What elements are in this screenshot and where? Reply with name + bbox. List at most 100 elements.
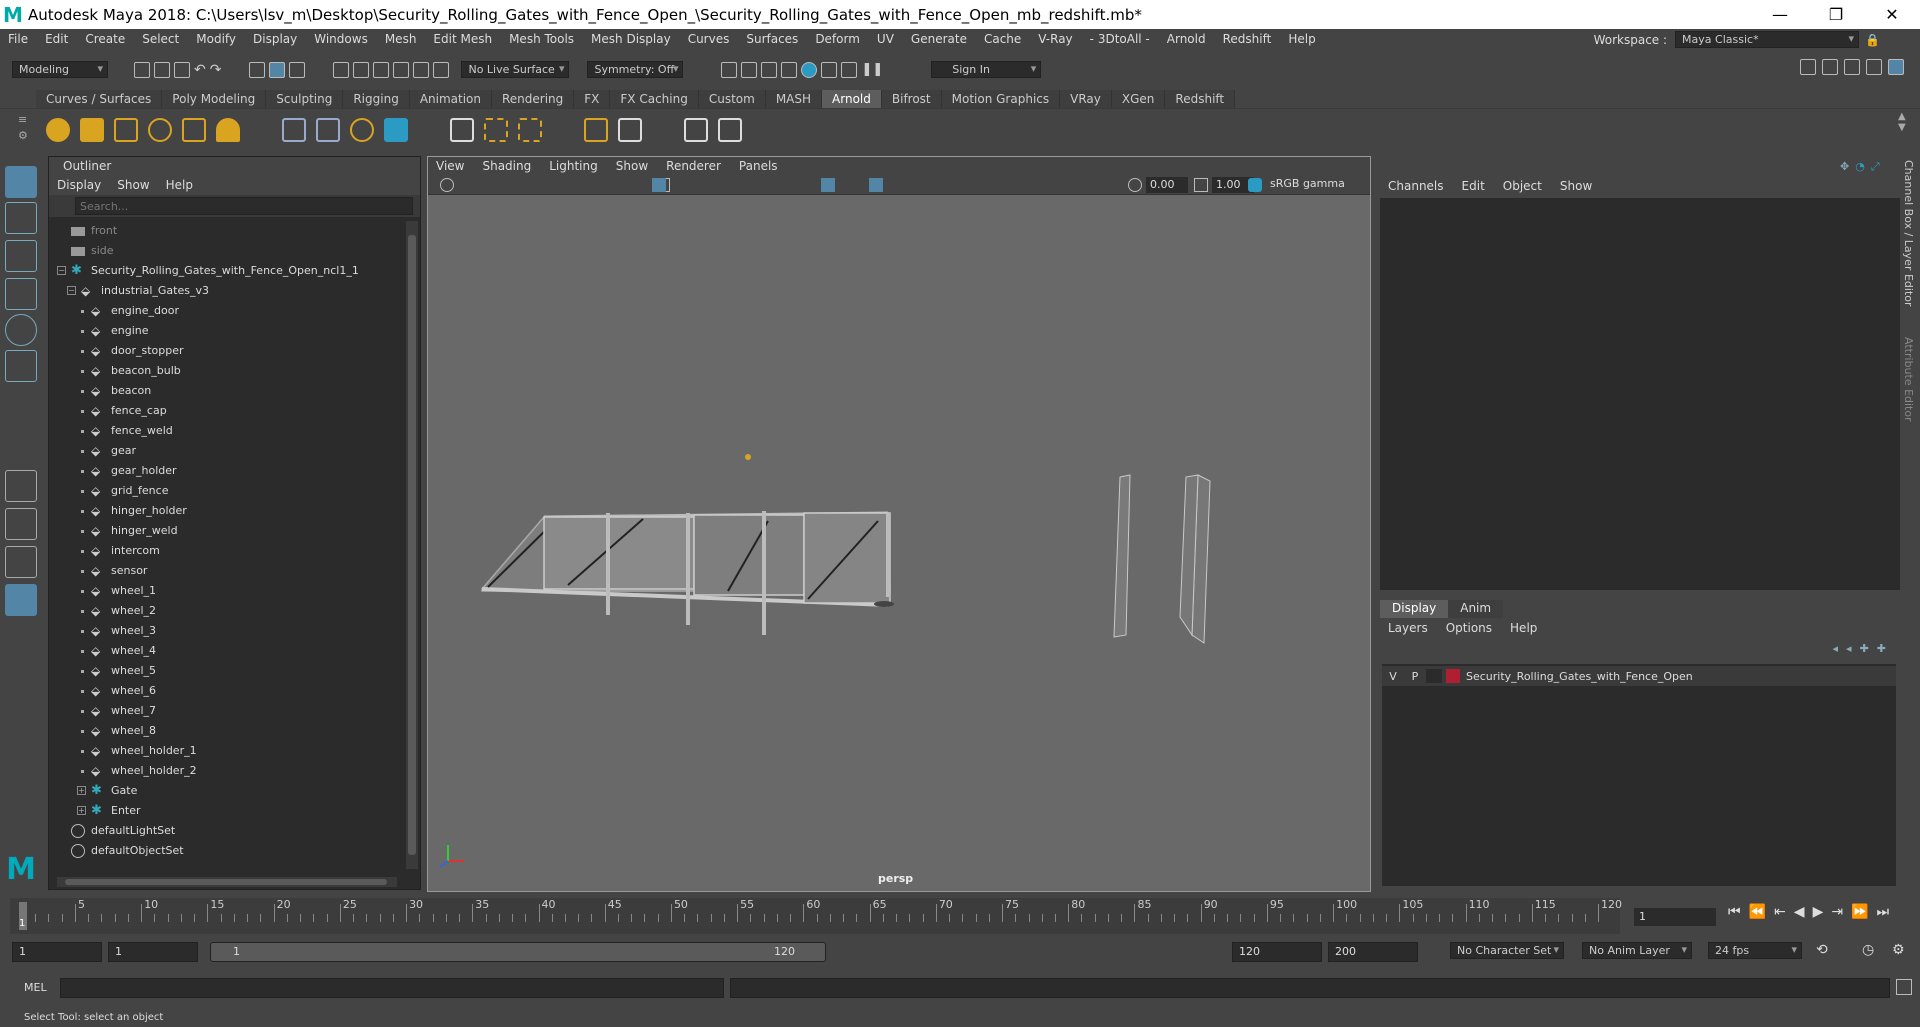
render-frame-icon[interactable] [721,61,738,78]
shelf-tab-mash[interactable]: MASH [765,90,823,108]
ai-light-flush-icon[interactable] [518,118,542,142]
snap-view-plane-icon[interactable] [413,61,430,78]
gamma-icon[interactable] [1194,178,1208,192]
viewport-scene[interactable] [428,195,1370,875]
sign-in-button[interactable]: Sign In [931,61,1042,78]
outliner-item[interactable]: ⬙ intercom [49,541,405,561]
outliner-item[interactable]: defaultObjectSet [49,841,405,861]
ai-shading-icon[interactable] [584,118,608,142]
layer-row[interactable]: V P Security_Rolling_Gates_with_Fence_Op… [1382,666,1896,686]
layout-outliner-icon[interactable] [5,584,37,616]
shelf-settings-icon[interactable]: ⚙ [18,129,28,142]
channel-box-menu-object[interactable]: Object [1495,179,1552,193]
menu-surfaces[interactable]: Surfaces [738,32,807,46]
mel-label[interactable]: MEL [24,981,47,994]
character-set-dropdown[interactable]: No Character Set [1450,942,1564,959]
step-forward-frame-icon[interactable]: ⇥ [1831,904,1843,920]
shelf-tab-redshift[interactable]: Redshift [1165,90,1236,108]
render-view-icon[interactable] [801,61,818,78]
open-scene-icon[interactable] [154,61,170,78]
outliner-item[interactable]: side [49,241,405,261]
outliner-item[interactable]: ⬙ wheel_1 [49,581,405,601]
outliner-vscroll-thumb[interactable] [408,235,416,855]
layer-playback-toggle[interactable]: P [1404,670,1426,683]
outliner-item[interactable]: ⬙ wheel_6 [49,681,405,701]
shelf-tab-sculpting[interactable]: Sculpting [266,90,344,108]
menu-arnold[interactable]: Arnold [1159,32,1215,46]
shelf-tab-fx[interactable]: FX [574,90,611,108]
manipulator-icon[interactable]: ✥ [1840,160,1849,174]
menu-uv[interactable]: UV [869,32,903,46]
minimize-button[interactable]: — [1752,0,1808,29]
scale-tool-icon[interactable] [5,350,37,382]
tool-settings-toggle-icon[interactable] [1844,59,1860,75]
outliner-item[interactable]: ⬙ wheel_8 [49,721,405,741]
exposure-icon[interactable] [1128,178,1142,192]
menu-mesh-display[interactable]: Mesh Display [583,32,680,46]
outliner-item[interactable]: ⬙ wheel_7 [49,701,405,721]
channel-box-menu-show[interactable]: Show [1552,179,1602,193]
ai-curve-collector-icon[interactable] [384,118,408,142]
menu-v-ray[interactable]: V-Ray [1030,32,1081,46]
outliner-item[interactable]: ⬙ beacon [49,381,405,401]
viewport-menu-renderer[interactable]: Renderer [658,159,731,173]
move-layer-down-icon[interactable]: ◂ [1846,642,1852,655]
tab-display[interactable]: Display [1380,600,1449,618]
shelf-tab-fx-caching[interactable]: FX Caching [610,90,699,108]
ai-skydome-light-icon[interactable] [46,118,70,142]
shelf-tab-animation[interactable]: Animation [409,90,492,108]
workspace-dropdown[interactable]: Maya Classic* [1675,31,1860,48]
outliner-item[interactable]: − ✱ Security_Rolling_Gates_with_Fence_Open… [49,261,405,281]
ai-mesh-light-icon[interactable] [114,118,138,142]
render-ipr-icon[interactable] [741,61,758,78]
playback-start-field[interactable]: 1 [108,942,198,962]
hypershade-icon[interactable] [781,61,798,78]
script-editor-icon[interactable] [1896,979,1912,995]
move-tool-icon[interactable] [5,278,37,310]
outliner-item[interactable]: defaultLightSet [49,821,405,841]
live-surface-field[interactable]: No Live Surface [461,61,570,78]
layer-color-swatch[interactable] [1446,669,1460,683]
channel-box-menu-edit[interactable]: Edit [1454,179,1495,193]
shelf-tab-curves-surfaces[interactable]: Curves / Surfaces [36,90,163,108]
outliner-item[interactable]: ⬙ hinger_weld [49,521,405,541]
outliner-item[interactable]: ⬙ wheel_5 [49,661,405,681]
layer-menu-options[interactable]: Options [1438,621,1502,635]
layout-two-icon[interactable] [5,546,37,578]
shelf-menu-icon[interactable]: ≡ [18,113,27,126]
channel-box-menu-channels[interactable]: Channels [1380,179,1454,193]
menu-create[interactable]: Create [77,32,134,46]
go-to-start-icon[interactable]: ⏮ [1728,904,1741,920]
outliner-item[interactable]: ⬙ fence_cap [49,401,405,421]
collapse-icon[interactable]: − [67,286,76,295]
outliner-item[interactable]: + ✱ Gate [49,781,405,801]
menu-mesh-tools[interactable]: Mesh Tools [501,32,583,46]
menu-mesh[interactable]: Mesh [377,32,426,46]
menu-edit-mesh[interactable]: Edit Mesh [425,32,501,46]
layout-four-icon[interactable] [5,508,37,540]
ai-render-flush-icon[interactable] [450,118,474,142]
shelf-tab-rendering[interactable]: Rendering [492,90,575,108]
ai-standin-export-icon[interactable] [316,118,340,142]
menu-cache[interactable]: Cache [976,32,1030,46]
viewport-menu-shading[interactable]: Shading [474,159,541,173]
scene-end-field[interactable]: 200 [1328,942,1418,962]
shelf-tab-motion-graphics[interactable]: Motion Graphics [941,90,1061,108]
viewport-menu-panels[interactable]: Panels [731,159,788,173]
speed-icon[interactable]: ◔ [1855,160,1865,174]
color-space-label[interactable]: sRGB gamma [1270,177,1345,190]
outliner-hscroll-thumb[interactable] [65,879,387,885]
play-backward-icon[interactable]: ◀ [1794,904,1805,920]
ai-render-view-icon[interactable] [684,118,708,142]
new-layer-selected-icon[interactable]: ✚ [1877,642,1886,655]
render-settings-icon[interactable] [761,61,778,78]
fps-dropdown[interactable]: 24 fps [1708,942,1802,959]
step-back-frame-icon[interactable]: ⇤ [1774,904,1786,920]
ai-photometric-light-icon[interactable] [148,118,172,142]
outliner-item[interactable]: ⬙ grid_fence [49,481,405,501]
layer-menu-layers[interactable]: Layers [1380,621,1438,635]
outliner-menu-display[interactable]: Display [57,178,111,192]
outliner-item[interactable]: ⬙ gear [49,441,405,461]
outliner-item[interactable]: ⬙ wheel_holder_2 [49,761,405,781]
viewport-menu-view[interactable]: View [428,159,474,173]
